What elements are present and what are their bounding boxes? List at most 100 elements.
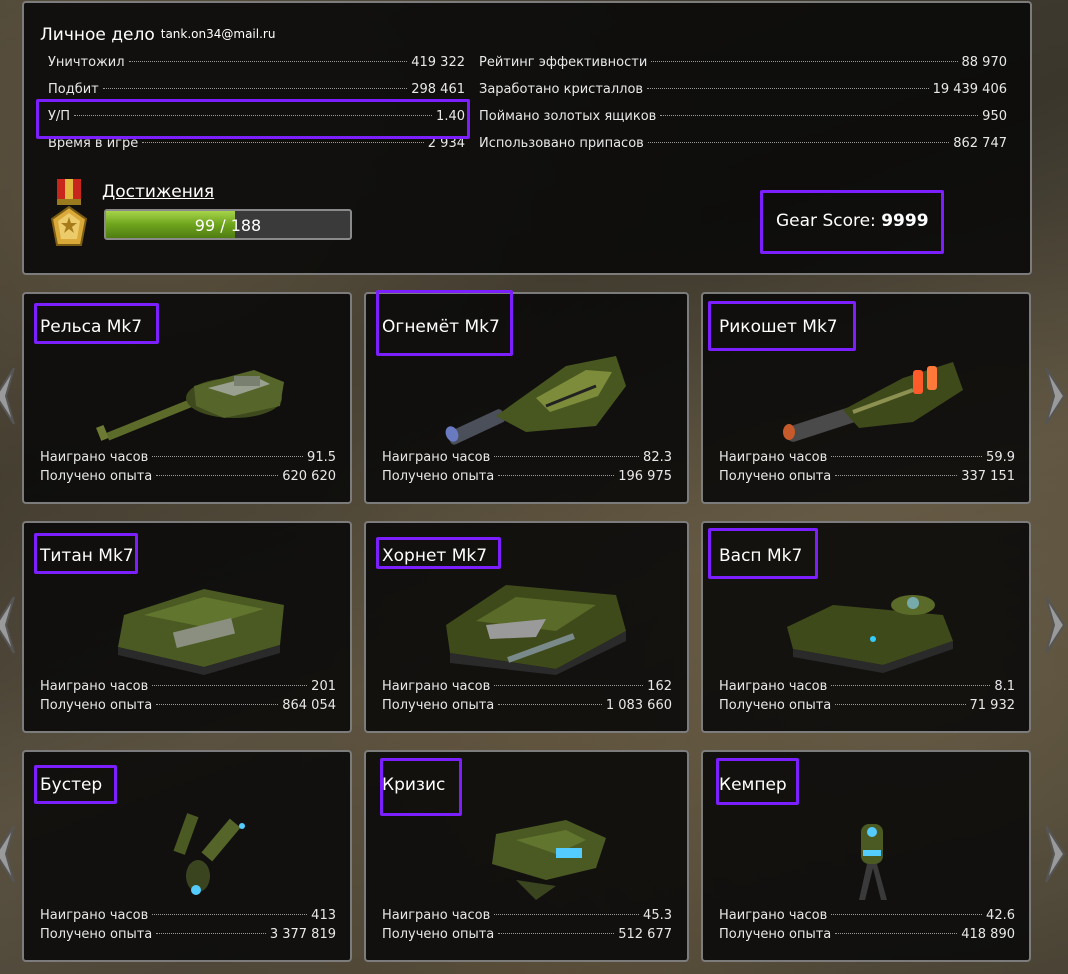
stat-row-gold-boxes: Поймано золотых ящиков 950: [479, 109, 1007, 136]
personal-file-panel: Личное дело tank.on34@mail.ru Уничтожил 41…: [22, 1, 1032, 275]
stat-row-xp: Получено опыта 864 054: [40, 698, 336, 717]
user-email: tank.on34@mail.ru: [160, 27, 276, 41]
dot-leader: [651, 61, 958, 62]
booster-drone-icon: [173, 813, 245, 895]
dot-leader: [494, 685, 644, 686]
item-stats: Наиграно часов 162 Получено опыта 1 083 66…: [382, 679, 672, 717]
scroll-left-arrow-icon[interactable]: [0, 366, 18, 426]
stat-label: Наиграно часов: [719, 908, 828, 923]
dot-leader: [835, 933, 958, 934]
stat-label: Использовано припасов: [479, 136, 644, 151]
item-card-camper[interactable]: Кемпер Наиграно часов 42.6 Получено опыта…: [701, 750, 1031, 962]
item-card-flamethrower[interactable]: Огнемёт Mk7 Наиграно часов 82.3 Получено …: [364, 290, 689, 504]
item-title: Кемпер: [719, 775, 787, 795]
stat-row-hours: Наиграно часов 162: [382, 679, 672, 698]
wasp-hull-icon: [787, 595, 953, 673]
crisis-drone-icon: [492, 820, 606, 900]
dot-leader: [831, 685, 991, 686]
dot-leader: [498, 933, 615, 934]
stat-value: 413: [311, 908, 336, 923]
stat-label: Получено опыта: [719, 469, 832, 484]
item-card-wasp[interactable]: Васп Mk7 Наиграно часов 8.1 Получено опыт…: [701, 521, 1031, 733]
stat-row-crystals-earned: Заработано кристаллов 19 439 406: [479, 82, 1007, 109]
item-card-titan[interactable]: Титан Mk7 Наиграно часов 201 Получено опы…: [22, 521, 352, 733]
dot-leader: [152, 914, 308, 915]
item-stats: Наиграно часов 201 Получено опыта 864 054: [40, 679, 336, 717]
item-card-hornet[interactable]: Хорнет Mk7 Наиграно часов 162 Получено оп…: [364, 521, 689, 733]
stat-value: 512 677: [618, 927, 672, 942]
item-title: Васп Mk7: [719, 546, 803, 566]
stat-label: Получено опыта: [719, 698, 832, 713]
item-title: Бустер: [40, 775, 103, 795]
dot-leader: [128, 61, 408, 62]
dot-leader: [156, 704, 279, 705]
stat-value: 8.1: [994, 679, 1015, 694]
stat-label: Уничтожил: [48, 55, 125, 70]
dot-leader: [835, 704, 966, 705]
stat-label: Получено опыта: [40, 927, 153, 942]
gear-score-value: 9999: [881, 211, 929, 231]
dot-leader: [152, 456, 304, 457]
dot-leader: [498, 704, 602, 705]
item-stats: Наиграно часов 59.9 Получено опыта 337 151: [719, 450, 1015, 488]
item-card-crisis[interactable]: Кризис Наиграно часов 45.3 Получено опыта…: [364, 750, 689, 962]
medal-icon: [50, 179, 88, 246]
stat-value: 201: [311, 679, 336, 694]
stat-row-hours: Наиграно часов 42.6: [719, 908, 1015, 927]
stat-row-xp: Получено опыта 620 620: [40, 469, 336, 488]
stat-label: Подбит: [48, 82, 99, 97]
scroll-left-arrow-icon[interactable]: [0, 595, 18, 655]
gear-score: Gear Score: 9999: [776, 211, 929, 231]
stat-value: 1.40: [436, 109, 465, 124]
stat-row-hours: Наиграно часов 91.5: [40, 450, 336, 469]
stat-label: Получено опыта: [40, 469, 153, 484]
stat-row-xp: Получено опыта 3 377 819: [40, 927, 336, 946]
stat-value: 59.9: [986, 450, 1015, 465]
dot-leader: [831, 456, 983, 457]
stat-label: Время в игре: [48, 136, 139, 151]
scroll-right-arrow-icon[interactable]: [1042, 824, 1068, 884]
item-card-ricochet[interactable]: Рикошет Mk7 Наиграно часов 59.9 Получено …: [701, 292, 1031, 504]
scroll-right-arrow-icon[interactable]: [1042, 366, 1068, 426]
achievements-link[interactable]: Достижения: [102, 182, 214, 202]
stat-value: 82.3: [643, 450, 672, 465]
item-title: Хорнет Mk7: [382, 546, 488, 566]
stat-label: Наиграно часов: [40, 450, 149, 465]
item-stats: Наиграно часов 45.3 Получено опыта 512 677: [382, 908, 672, 946]
stat-value: 88 970: [961, 55, 1008, 70]
scroll-right-arrow-icon[interactable]: [1042, 595, 1068, 655]
item-card-railgun[interactable]: Рельса Mk7 Наиграно часов 91.5 Получено о…: [22, 292, 352, 504]
stat-value: 3 377 819: [269, 927, 336, 942]
stat-value: 418 890: [961, 927, 1015, 942]
dot-leader: [498, 475, 615, 476]
item-title: Кризис: [382, 775, 446, 795]
stat-value: 298 461: [411, 82, 465, 97]
stat-value: 620 620: [282, 469, 336, 484]
stat-label: Поймано золотых ящиков: [479, 109, 657, 124]
item-title: Титан Mk7: [40, 546, 134, 566]
stat-label: Наиграно часов: [382, 679, 491, 694]
stat-row-hours: Наиграно часов 59.9: [719, 450, 1015, 469]
dot-leader: [647, 88, 929, 89]
stat-label: Наиграно часов: [40, 679, 149, 694]
achievements-progress-text: 99 / 188: [194, 216, 262, 235]
personal-file-heading: Личное дело: [40, 25, 155, 45]
item-card-booster[interactable]: Бустер Наиграно часов 413 Получено опыта 3…: [22, 750, 352, 962]
item-stats: Наиграно часов 91.5 Получено опыта 620 620: [40, 450, 336, 488]
stat-row-efficiency-rating: Рейтинг эффективности 88 970: [479, 55, 1007, 82]
stat-value: 19 439 406: [932, 82, 1007, 97]
scroll-left-arrow-icon[interactable]: [0, 824, 18, 884]
stat-row-hours: Наиграно часов 8.1: [719, 679, 1015, 698]
stat-label: Наиграно часов: [719, 679, 828, 694]
stat-label: Получено опыта: [40, 698, 153, 713]
stat-value: 950: [982, 109, 1007, 124]
stat-label: Заработано кристаллов: [479, 82, 644, 97]
stat-value: 862 747: [953, 136, 1007, 151]
stat-value: 45.3: [643, 908, 672, 923]
achievements-progress-bar: 99 / 188: [104, 209, 352, 240]
stat-label: Рейтинг эффективности: [479, 55, 648, 70]
combat-stats-list: Уничтожил 419 322 Подбит 298 461 У/П 1.40 В…: [48, 55, 465, 163]
stat-value: 42.6: [986, 908, 1015, 923]
stat-label: Наиграно часов: [382, 450, 491, 465]
stat-label: Наиграно часов: [719, 450, 828, 465]
